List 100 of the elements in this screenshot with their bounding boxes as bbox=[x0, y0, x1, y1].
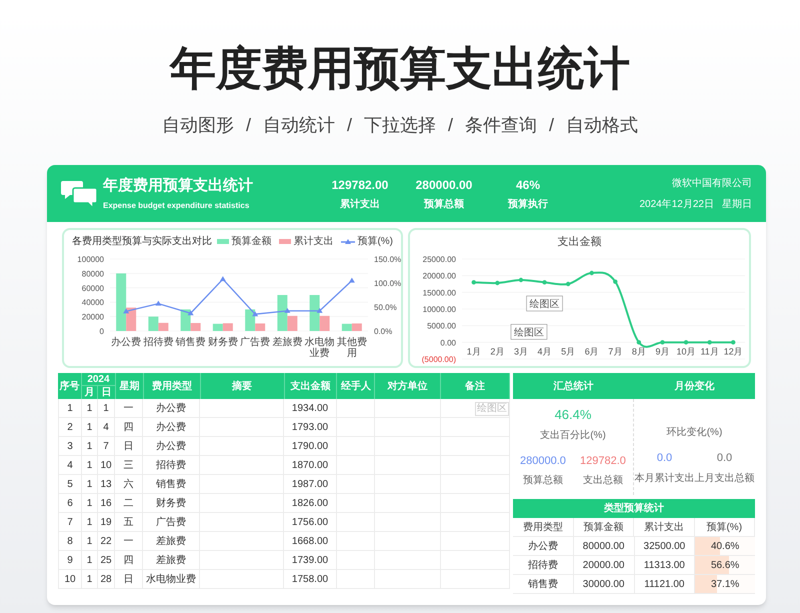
table-cell: 13 bbox=[98, 475, 115, 494]
table-cell: 1739.00 bbox=[284, 551, 337, 570]
axis-tick-label: 4月 bbox=[538, 346, 552, 356]
stat-value: 129782.00 bbox=[332, 176, 388, 194]
figure-label: 本月累计支出 bbox=[634, 472, 694, 486]
column-header: 摘要 bbox=[200, 373, 285, 399]
table-cell: 80000.00 bbox=[574, 537, 634, 555]
legend-label: 预算金额 bbox=[231, 234, 272, 249]
axis-tick-label: 10000.00 bbox=[422, 304, 456, 314]
axis-tick-label: 5月 bbox=[561, 346, 576, 356]
table-cell: 招待费 bbox=[143, 456, 200, 475]
axis-tick-label: 2月 bbox=[490, 346, 504, 356]
table-cell: 1790.00 bbox=[284, 437, 337, 456]
panel-heading: 月份变化 bbox=[674, 379, 716, 394]
table-cell: 日 bbox=[115, 570, 143, 589]
table-cell: 1 bbox=[82, 418, 98, 437]
table-cell: 五 bbox=[115, 513, 143, 532]
table-cell: 6 bbox=[58, 494, 82, 513]
table-cell: 三 bbox=[115, 456, 143, 475]
separator: / bbox=[549, 114, 554, 137]
figure-value: 280000.0 bbox=[520, 454, 566, 468]
table-cell: 1 bbox=[82, 437, 98, 456]
category-label: 差旅费 bbox=[271, 337, 304, 350]
axis-tick-label: 25000.00 bbox=[422, 254, 456, 264]
table-cell: 1756.00 bbox=[284, 513, 337, 532]
table-cell: 1934.00 bbox=[284, 399, 337, 418]
table-cell: 20000.00 bbox=[574, 556, 634, 574]
legend-swatch bbox=[279, 239, 292, 244]
category-label: 招待费 bbox=[142, 337, 174, 350]
panel-heading: 汇总统计 bbox=[552, 380, 594, 394]
axis-tick-label: 8月 bbox=[632, 346, 646, 356]
table-cell: 1 bbox=[82, 532, 98, 551]
axis-tick-label: 3月 bbox=[514, 346, 528, 356]
axis-tick-label: 40000 bbox=[82, 298, 104, 308]
panel-heading: 类型预算统计 bbox=[513, 499, 755, 518]
table-cell: 1668.00 bbox=[284, 532, 337, 551]
table-cell: 六 bbox=[115, 475, 143, 494]
stat-label: 累计支出 bbox=[340, 198, 380, 212]
legend-swatch bbox=[217, 239, 230, 244]
table-cell: 1 bbox=[82, 570, 98, 589]
percent-text: 40.6% bbox=[710, 540, 740, 554]
point bbox=[684, 340, 688, 344]
axis-tick-label: 10月 bbox=[676, 346, 696, 356]
axis-tick-label: 50.0% bbox=[374, 303, 397, 312]
category-label: 销售费 bbox=[174, 337, 207, 350]
column-header: 支出金额 bbox=[284, 373, 338, 399]
feature-label: 自动统计 bbox=[262, 114, 335, 137]
column-header: 日 bbox=[100, 386, 112, 399]
table-cell: 1 bbox=[82, 456, 98, 475]
axis-tick-label: 1月 bbox=[466, 346, 481, 356]
table-cell: 办公费 bbox=[143, 418, 200, 437]
table-cell: 差旅费 bbox=[143, 551, 200, 570]
stat-label: 预算总额 bbox=[424, 197, 464, 212]
axis-tick-label: 80000 bbox=[82, 269, 104, 278]
point bbox=[472, 280, 476, 284]
percent-text: 56.6% bbox=[710, 558, 740, 572]
plot-area-tag: 绘图区 bbox=[475, 402, 509, 416]
axis-tick-label: 6月 bbox=[584, 346, 599, 356]
column-header: 对方单位 bbox=[375, 373, 442, 399]
point bbox=[636, 340, 642, 344]
figure-label: 支出总额 bbox=[583, 474, 623, 488]
column-header: 累计支出 bbox=[634, 518, 694, 536]
category-label: 水电物业费 bbox=[304, 337, 336, 359]
table-cell: 25 bbox=[98, 551, 115, 570]
table-cell: 4 bbox=[98, 418, 115, 437]
axis-tick-label: 11月 bbox=[700, 346, 719, 356]
point bbox=[731, 340, 736, 344]
table-cell: 办公费 bbox=[143, 399, 200, 418]
date-text: 2024年12月22日 bbox=[640, 198, 714, 212]
legend-label: 预算(%) bbox=[357, 235, 393, 249]
column-header: 星期 bbox=[116, 373, 144, 399]
axis-tick-label: 12月 bbox=[724, 346, 743, 356]
table-cell: 28 bbox=[98, 570, 115, 589]
axis-tick-label: 15000.00 bbox=[422, 288, 456, 297]
chat-bubbles-icon bbox=[61, 178, 99, 208]
column-header: 月 bbox=[82, 386, 98, 399]
axis-tick-label: 7月 bbox=[608, 346, 622, 356]
table-cell: 1 bbox=[82, 475, 98, 494]
legend-line-icon bbox=[341, 238, 356, 244]
column-header: 备注 bbox=[441, 373, 510, 399]
feature-label: 自动图形 bbox=[162, 114, 234, 137]
axis-tick-label: 0.00 bbox=[440, 338, 456, 347]
page-title: 年度费用预算支出统计 bbox=[168, 41, 631, 96]
chart-title: 各费用类型预算与实际支出对比 bbox=[72, 234, 212, 249]
table-cell: 16 bbox=[98, 494, 115, 513]
table-cell: 7 bbox=[98, 437, 115, 456]
axis-tick-label: 9月 bbox=[655, 346, 670, 356]
figure-value: 0.0 bbox=[716, 451, 732, 466]
point bbox=[707, 340, 712, 344]
point bbox=[123, 308, 130, 314]
feature-label: 条件查询 bbox=[465, 114, 538, 137]
category-label: 其他费用 bbox=[336, 337, 368, 359]
table-cell: 一 bbox=[115, 399, 143, 418]
axis-tick-label: 100.0% bbox=[374, 279, 401, 288]
table-cell: 四 bbox=[115, 418, 143, 437]
table-cell: 1758.00 bbox=[284, 570, 337, 589]
table-cell: 财务费 bbox=[143, 494, 200, 513]
point bbox=[316, 308, 323, 313]
table-cell: 1 bbox=[82, 399, 98, 418]
axis-tick-label: 20000 bbox=[82, 312, 104, 322]
